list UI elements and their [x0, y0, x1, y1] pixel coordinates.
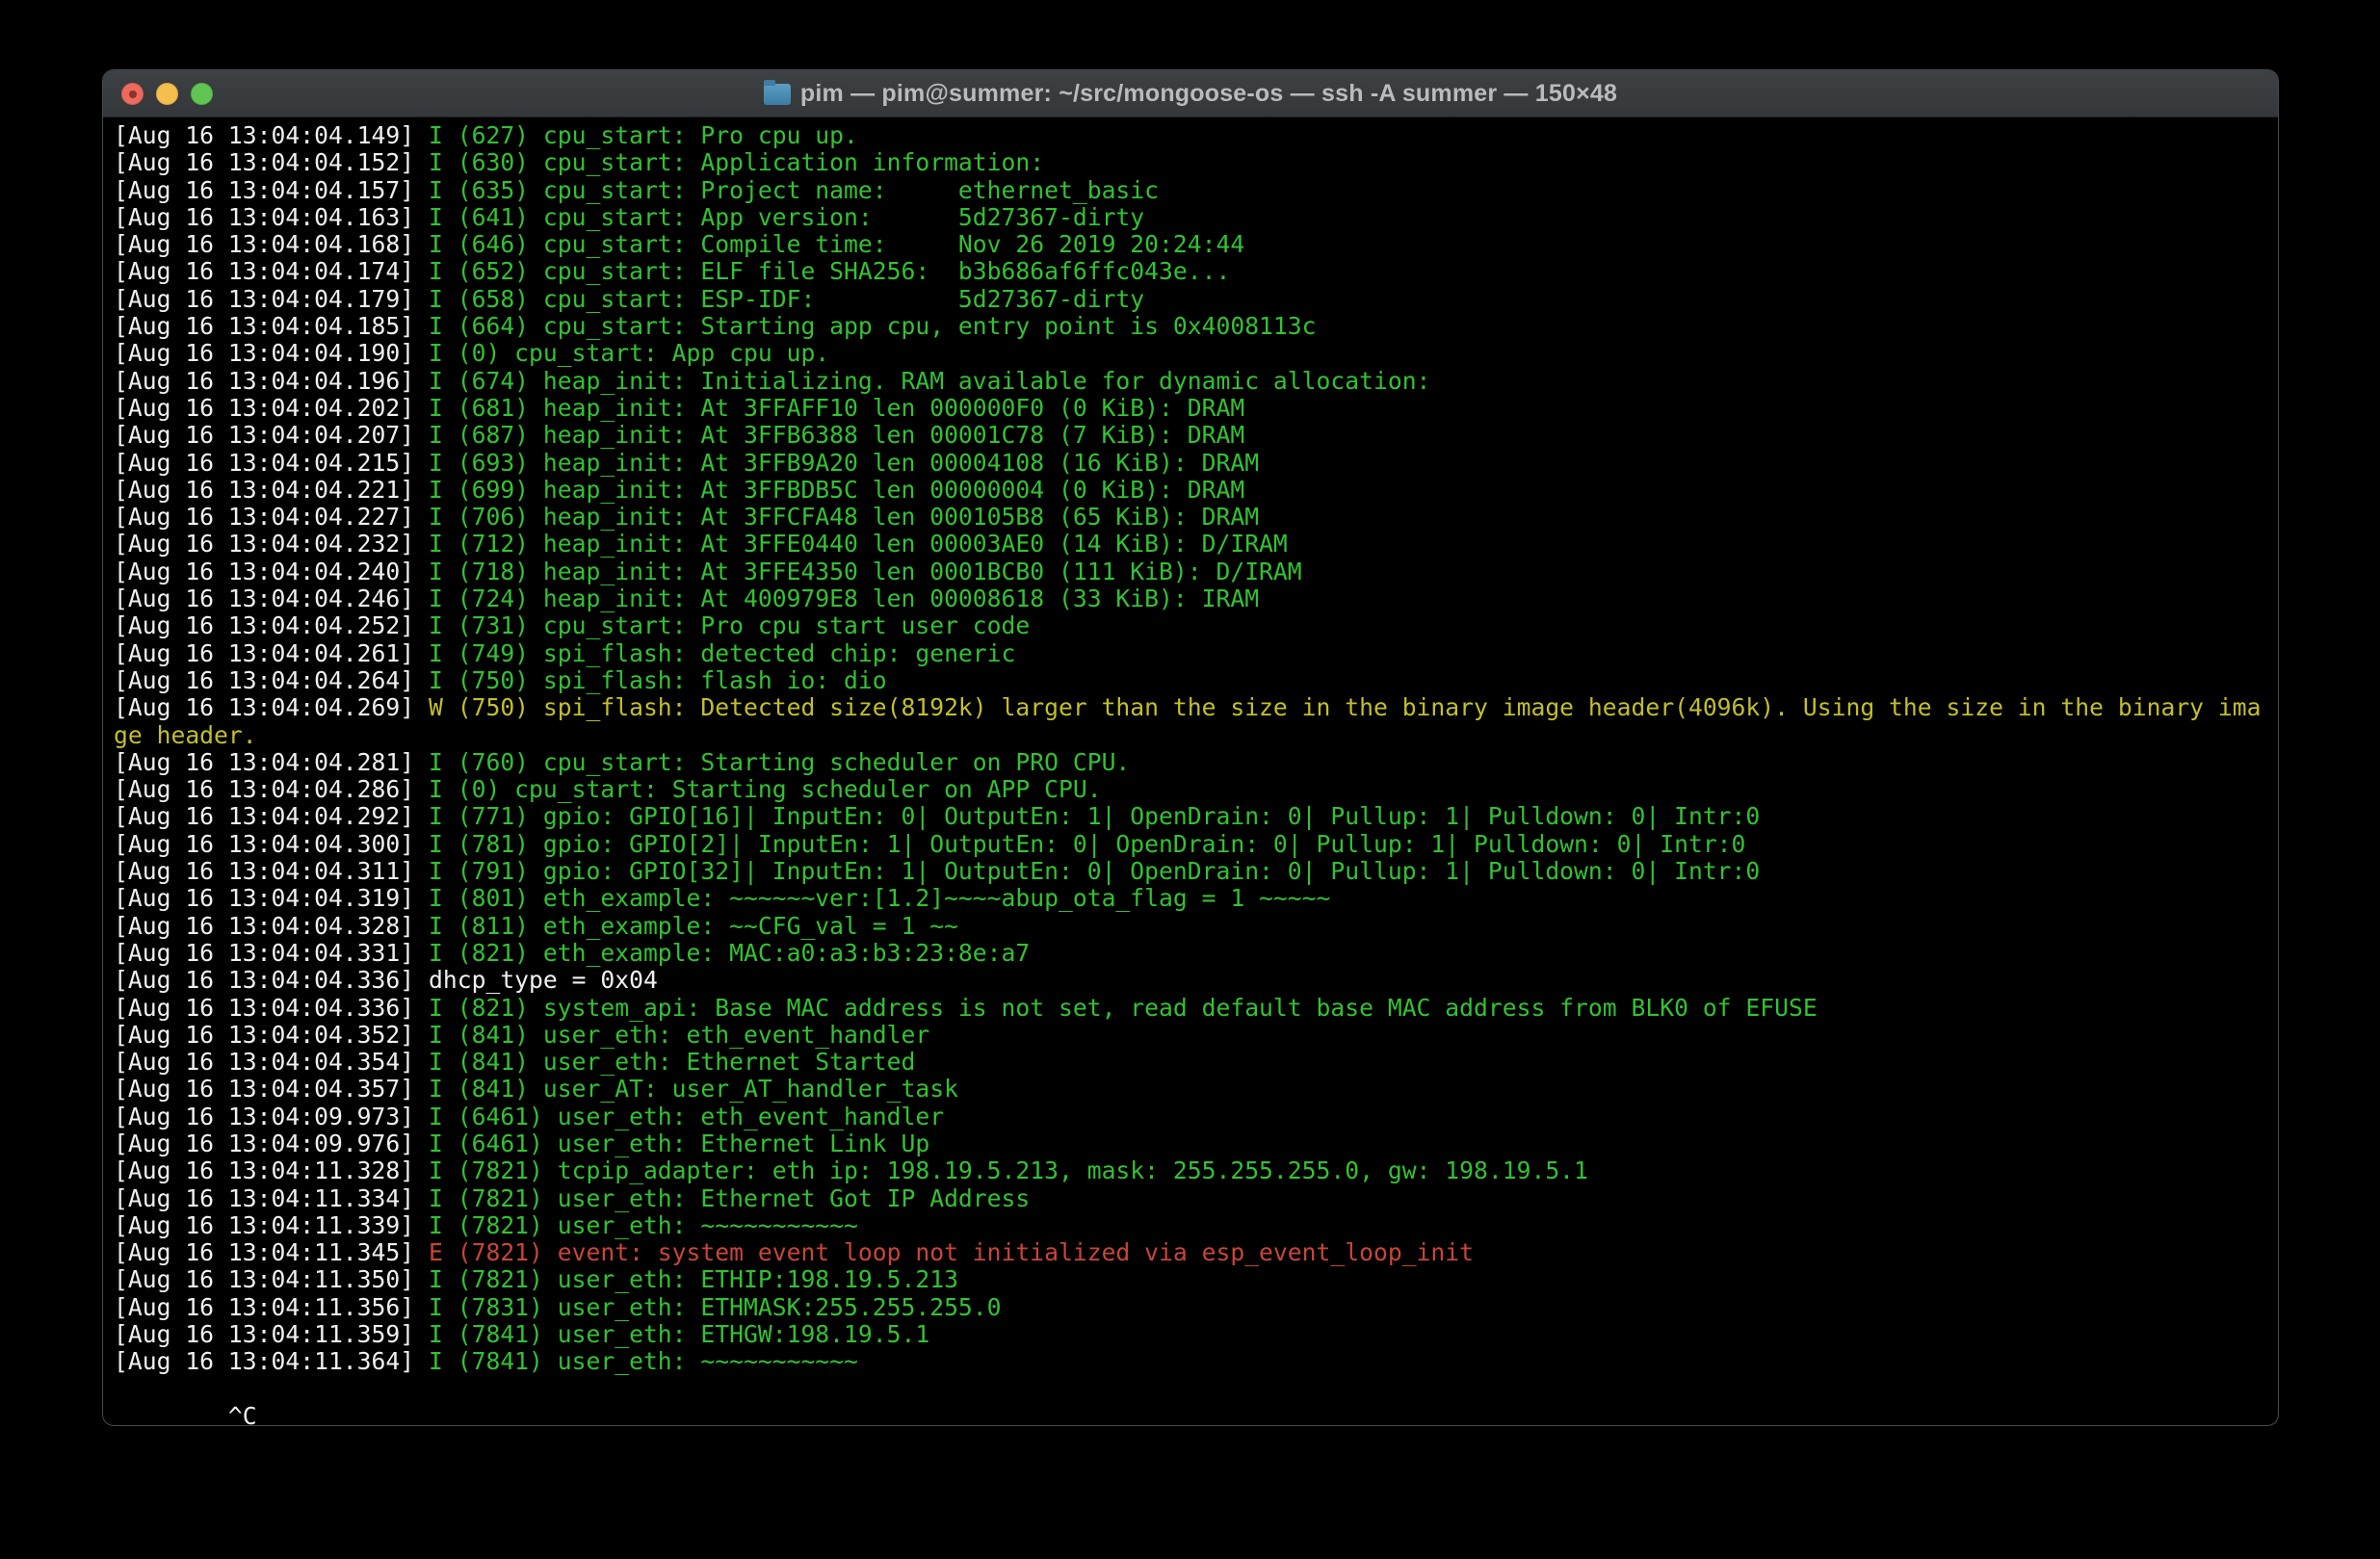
close-button[interactable] [121, 83, 144, 105]
minimize-button[interactable] [156, 83, 178, 105]
log-line: [Aug 16 13:04:09.973] I (6461) user_eth:… [114, 1104, 2268, 1130]
log-line: [Aug 16 13:04:04.281] I (760) cpu_start:… [114, 749, 2268, 776]
log-line: [Aug 16 13:04:04.196] I (674) heap_init:… [114, 368, 2268, 395]
log-line: [Aug 16 13:04:04.232] I (712) heap_init:… [114, 531, 2268, 558]
log-line: [Aug 16 13:04:11.334] I (7821) user_eth:… [114, 1185, 2268, 1212]
folder-icon [764, 84, 791, 105]
terminal-screen[interactable]: [Aug 16 13:04:04.149] I (627) cpu_start:… [103, 117, 2278, 1426]
log-line: [Aug 16 13:04:11.364] I (7841) user_eth:… [114, 1348, 2268, 1375]
window-title-text: pim — pim@summer: ~/src/mongoose-os — ss… [800, 80, 1617, 108]
zoom-button[interactable] [191, 83, 213, 105]
log-line: [Aug 16 13:04:04.300] I (781) gpio: GPIO… [114, 831, 2268, 858]
log-line: [Aug 16 13:04:04.207] I (687) heap_init:… [114, 422, 2268, 449]
log-line: [Aug 16 13:04:04.286] I (0) cpu_start: S… [114, 776, 2268, 803]
terminal-window: pim — pim@summer: ~/src/mongoose-os — ss… [102, 69, 2279, 1426]
log-line: [Aug 16 13:04:04.221] I (699) heap_init:… [114, 477, 2268, 504]
log-line: [Aug 16 13:04:04.264] I (750) spi_flash:… [114, 667, 2268, 694]
log-line: [Aug 16 13:04:04.328] I (811) eth_exampl… [114, 913, 2268, 940]
log-line: [Aug 16 13:04:04.202] I (681) heap_init:… [114, 395, 2268, 422]
log-line: [Aug 16 13:04:04.190] I (0) cpu_start: A… [114, 340, 2268, 367]
log-line: [Aug 16 13:04:11.350] I (7821) user_eth:… [114, 1266, 2268, 1293]
log-line: [Aug 16 13:04:04.163] I (641) cpu_start:… [114, 204, 2268, 231]
log-line: [Aug 16 13:04:04.168] I (646) cpu_start:… [114, 231, 2268, 258]
log-line: [Aug 16 13:04:04.240] I (718) heap_init:… [114, 559, 2268, 585]
interrupt-text: ^C [228, 1402, 257, 1426]
log-line: [Aug 16 13:04:11.345] E (7821) event: sy… [114, 1239, 2268, 1266]
log-line: [Aug 16 13:04:04.357] I (841) user_AT: u… [114, 1076, 2268, 1103]
log-line: [Aug 16 13:04:04.252] I (731) cpu_start:… [114, 612, 2268, 639]
log-line: [Aug 16 13:04:04.336] I (821) system_api… [114, 995, 2268, 1022]
log-line: [Aug 16 13:04:04.319] I (801) eth_exampl… [114, 885, 2268, 912]
log-line: [Aug 16 13:04:04.354] I (841) user_eth: … [114, 1049, 2268, 1076]
log-line: [Aug 16 13:04:11.359] I (7841) user_eth:… [114, 1321, 2268, 1348]
log-line: [Aug 16 13:04:04.152] I (630) cpu_start:… [114, 149, 2268, 176]
log-line: [Aug 16 13:04:11.339] I (7821) user_eth:… [114, 1212, 2268, 1239]
window-title: pim — pim@summer: ~/src/mongoose-os — ss… [764, 80, 1617, 108]
log-line: [Aug 16 13:04:04.331] I (821) eth_exampl… [114, 940, 2268, 967]
log-line: [Aug 16 13:04:04.292] I (771) gpio: GPIO… [114, 803, 2268, 830]
interrupt-line: ^C [114, 1376, 2268, 1426]
log-line: [Aug 16 13:04:04.336] dhcp_type = 0x04 [114, 967, 2268, 994]
log-line: [Aug 16 13:04:04.174] I (652) cpu_start:… [114, 258, 2268, 285]
log-line: [Aug 16 13:04:11.328] I (7821) tcpip_ada… [114, 1157, 2268, 1184]
log-line: [Aug 16 13:04:04.149] I (627) cpu_start:… [114, 122, 2268, 149]
log-line: [Aug 16 13:04:04.185] I (664) cpu_start:… [114, 313, 2268, 340]
log-line: [Aug 16 13:04:04.261] I (749) spi_flash:… [114, 640, 2268, 667]
log-output: [Aug 16 13:04:04.149] I (627) cpu_start:… [114, 122, 2278, 1376]
log-line: [Aug 16 13:04:04.215] I (693) heap_init:… [114, 450, 2268, 477]
log-line: [Aug 16 13:04:11.356] I (7831) user_eth:… [114, 1294, 2268, 1321]
window-titlebar[interactable]: pim — pim@summer: ~/src/mongoose-os — ss… [103, 70, 2278, 117]
log-line: [Aug 16 13:04:04.352] I (841) user_eth: … [114, 1022, 2268, 1049]
desktop-background: pim — pim@summer: ~/src/mongoose-os — ss… [0, 0, 2380, 1559]
log-line: [Aug 16 13:04:09.976] I (6461) user_eth:… [114, 1130, 2268, 1157]
log-line: [Aug 16 13:04:04.246] I (724) heap_init:… [114, 585, 2268, 612]
log-line: [Aug 16 13:04:04.269] W (750) spi_flash:… [114, 694, 2268, 749]
log-line: [Aug 16 13:04:04.311] I (791) gpio: GPIO… [114, 858, 2268, 885]
window-controls [121, 70, 213, 117]
log-line: [Aug 16 13:04:04.179] I (658) cpu_start:… [114, 286, 2268, 313]
log-line: [Aug 16 13:04:04.227] I (706) heap_init:… [114, 504, 2268, 531]
log-line: [Aug 16 13:04:04.157] I (635) cpu_start:… [114, 177, 2268, 204]
